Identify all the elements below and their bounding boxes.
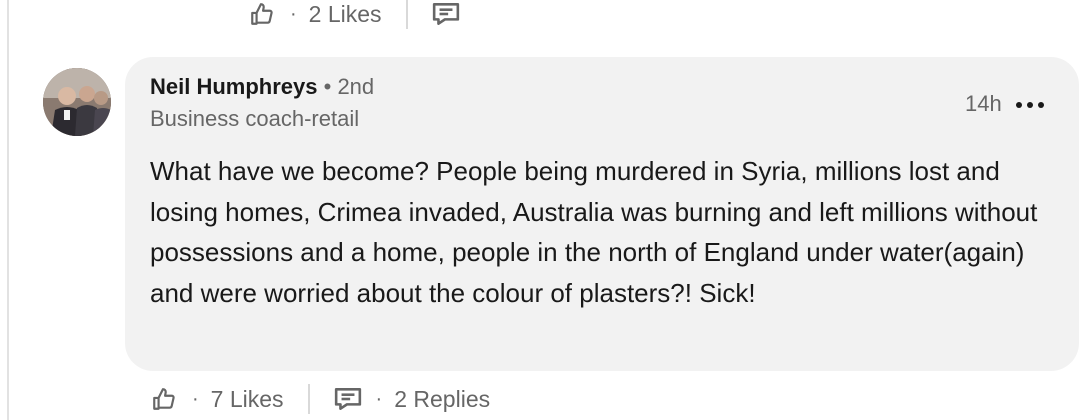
replies-count-link[interactable]: 2 Replies [394,386,490,413]
comment-text: What have we become? People being murder… [150,156,1038,308]
reply-button[interactable] [432,0,460,28]
more-horizontal-icon [1016,102,1044,108]
thumbs-up-icon [153,388,175,410]
comment-actions: · 7 Likes · 2 Replies [150,381,490,417]
comment-thread: · 2 Likes Neil Humphreys • 2nd Business … [0,0,1084,420]
comment-bubble: Neil Humphreys • 2nd Business coach-reta… [125,57,1079,371]
more-options-button[interactable] [1013,91,1047,119]
comment-timestamp: 14h [965,91,1002,116]
separator-dot: · [375,387,383,410]
author-name-link[interactable]: Neil Humphreys [150,74,318,99]
likes-count-link[interactable]: 7 Likes [211,386,284,413]
likes-count-link[interactable]: 2 Likes [309,1,382,28]
divider [405,0,408,29]
author-line: Neil Humphreys • 2nd [150,74,374,100]
author-headline: Business coach-retail [150,106,360,131]
profile-photo [43,68,111,136]
like-button[interactable] [248,0,276,28]
like-button[interactable] [150,385,178,413]
divider [307,384,310,414]
comment-bubble-icon [334,388,361,410]
avatar[interactable] [43,68,111,136]
separator-dot: · [192,387,199,410]
thumbs-up-icon [251,3,273,25]
previous-comment-actions: · 2 Likes [248,0,460,29]
reply-button[interactable] [334,385,362,413]
thread-line [7,0,9,420]
comment-bubble-icon [432,3,459,25]
connection-degree: • 2nd [323,74,375,99]
separator-dot: · [290,2,297,25]
